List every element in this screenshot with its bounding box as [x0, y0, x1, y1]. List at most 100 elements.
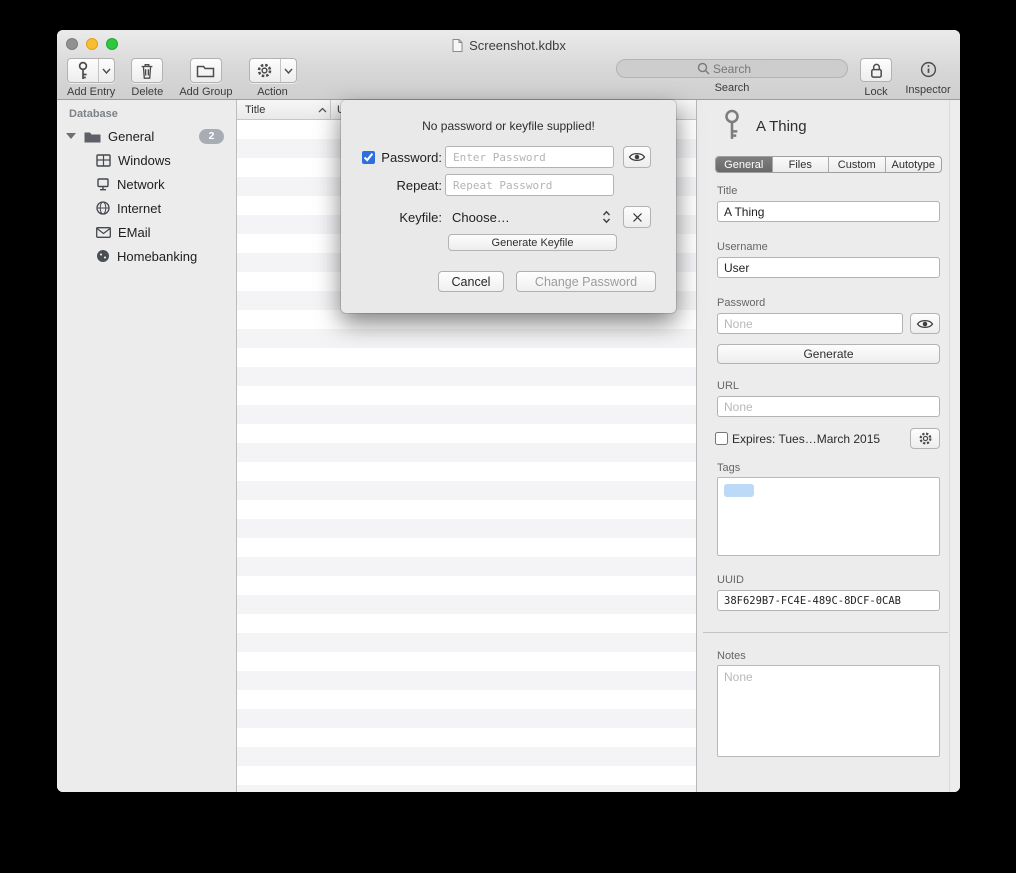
- keyfile-row: Keyfile: Choose…: [341, 206, 676, 228]
- add-entry-button[interactable]: [67, 58, 115, 83]
- add-group-button[interactable]: [190, 58, 222, 83]
- delete-button[interactable]: [131, 58, 163, 83]
- reveal-password-button[interactable]: [623, 146, 651, 168]
- tab-autotype[interactable]: Autotype: [885, 157, 942, 172]
- lock-area: Lock: [858, 58, 894, 98]
- expires-checkbox[interactable]: [715, 432, 728, 445]
- sidebar-item-general[interactable]: General 2: [57, 124, 236, 148]
- column-header-title[interactable]: Title: [237, 104, 330, 116]
- sidebar-item-internet[interactable]: Internet: [57, 196, 236, 220]
- window-header: Screenshot.kdbx Add Entry: [57, 30, 960, 100]
- title-field[interactable]: [717, 201, 940, 222]
- change-password-dialog: No password or keyfile supplied! Passwor…: [341, 100, 676, 313]
- delete-label: Delete: [131, 86, 163, 98]
- entry-title: A Thing: [756, 118, 807, 135]
- globe-icon: [96, 201, 110, 215]
- inspector-tabs: General Files Custom Autotype: [715, 156, 942, 173]
- inspector-divider: [703, 632, 948, 633]
- count-badge: 2: [199, 129, 224, 144]
- password-input[interactable]: [445, 146, 614, 168]
- sidebar-item-label: Homebanking: [117, 249, 197, 264]
- generate-password-button[interactable]: Generate: [717, 344, 940, 364]
- document-icon: [451, 38, 464, 53]
- trash-icon: [138, 61, 156, 81]
- chevron-down-icon[interactable]: [280, 59, 296, 82]
- lock-button[interactable]: [860, 58, 892, 82]
- inspector-panel: A Thing General Files Custom Autotype Ti…: [696, 100, 960, 792]
- clear-keyfile-button[interactable]: [623, 206, 651, 228]
- key-icon: [721, 108, 743, 147]
- gear-icon: [250, 59, 280, 82]
- sort-ascending-icon: [318, 107, 327, 113]
- repeat-password-input[interactable]: [445, 174, 614, 196]
- action-label: Action: [257, 86, 288, 98]
- notes-field[interactable]: [717, 665, 940, 757]
- keyfile-label: Keyfile:: [341, 210, 445, 225]
- sidebar-item-email[interactable]: EMail: [57, 220, 236, 244]
- cancel-button[interactable]: Cancel: [438, 271, 504, 292]
- inspector-toggle-button[interactable]: [913, 58, 943, 80]
- disclosure-triangle-icon[interactable]: [66, 133, 76, 139]
- reveal-password-button[interactable]: [910, 313, 940, 334]
- popup-stepper-icon: [602, 210, 611, 224]
- column-title-text: Title: [245, 104, 265, 116]
- change-password-button[interactable]: Change Password: [516, 271, 656, 292]
- coin-icon: [96, 249, 110, 263]
- expires-row: Expires: Tues…March 2015: [715, 428, 880, 449]
- tags-field-label: Tags: [717, 462, 740, 474]
- chevron-down-icon[interactable]: [98, 59, 114, 82]
- search-label: Search: [616, 82, 848, 94]
- password-row: Password:: [341, 146, 676, 168]
- username-field[interactable]: [717, 257, 940, 278]
- gear-icon: [918, 431, 933, 446]
- expires-label: Expires: Tues…March 2015: [732, 432, 880, 446]
- tab-custom[interactable]: Custom: [828, 157, 885, 172]
- window-title: Screenshot.kdbx: [57, 37, 960, 53]
- uuid-field[interactable]: [717, 590, 940, 611]
- sidebar-item-label: Internet: [117, 201, 161, 216]
- delete-toolbar-item: Delete: [131, 58, 163, 98]
- window-title-text: Screenshot.kdbx: [469, 38, 566, 53]
- lock-icon: [869, 62, 884, 79]
- sidebar-item-label: Network: [117, 177, 165, 192]
- sidebar-item-network[interactable]: Network: [57, 172, 236, 196]
- inspector-toggle-area: Inspector: [900, 58, 956, 96]
- dialog-message: No password or keyfile supplied!: [341, 119, 676, 133]
- password-field[interactable]: [717, 313, 903, 334]
- sidebar-item-label: EMail: [118, 225, 151, 240]
- group-sidebar: Database General 2 Windows Network: [57, 100, 237, 792]
- add-entry-toolbar-item: Add Entry: [67, 58, 115, 98]
- sidebar-item-windows[interactable]: Windows: [57, 148, 236, 172]
- envelope-icon: [96, 227, 111, 238]
- toolbar-left-group: Add Entry Delete A: [67, 58, 297, 98]
- notes-field-label: Notes: [717, 650, 746, 662]
- search-input[interactable]: [616, 59, 848, 78]
- tags-field[interactable]: [717, 477, 940, 556]
- tab-files[interactable]: Files: [772, 157, 829, 172]
- generate-keyfile-button[interactable]: Generate Keyfile: [448, 234, 617, 251]
- app-window: Screenshot.kdbx Add Entry: [57, 30, 960, 792]
- password-field-label: Password: [717, 297, 765, 309]
- sidebar-item-homebanking[interactable]: Homebanking: [57, 244, 236, 268]
- expires-settings-button[interactable]: [910, 428, 940, 449]
- uuid-field-label: UUID: [717, 574, 744, 586]
- tag-token[interactable]: [724, 484, 754, 497]
- sidebar-item-label: General: [108, 129, 154, 144]
- windows-icon: [96, 154, 111, 167]
- repeat-row: Repeat:: [341, 174, 676, 196]
- keyfile-popup[interactable]: Choose…: [445, 206, 614, 228]
- sidebar-item-label: Windows: [118, 153, 171, 168]
- folder-icon: [84, 130, 101, 143]
- url-field[interactable]: [717, 396, 940, 417]
- add-entry-label: Add Entry: [67, 86, 115, 98]
- key-icon: [68, 59, 98, 82]
- repeat-label: Repeat:: [341, 178, 445, 193]
- action-toolbar-item: Action: [249, 58, 297, 98]
- add-group-toolbar-item: Add Group: [179, 58, 232, 98]
- inspector-scrollbar[interactable]: [949, 100, 960, 792]
- tab-general[interactable]: General: [716, 157, 772, 172]
- keyfile-popup-value: Choose…: [452, 210, 510, 225]
- dialog-buttons: Cancel Change Password: [438, 271, 656, 292]
- action-button[interactable]: [249, 58, 297, 83]
- password-checkbox[interactable]: [362, 151, 375, 164]
